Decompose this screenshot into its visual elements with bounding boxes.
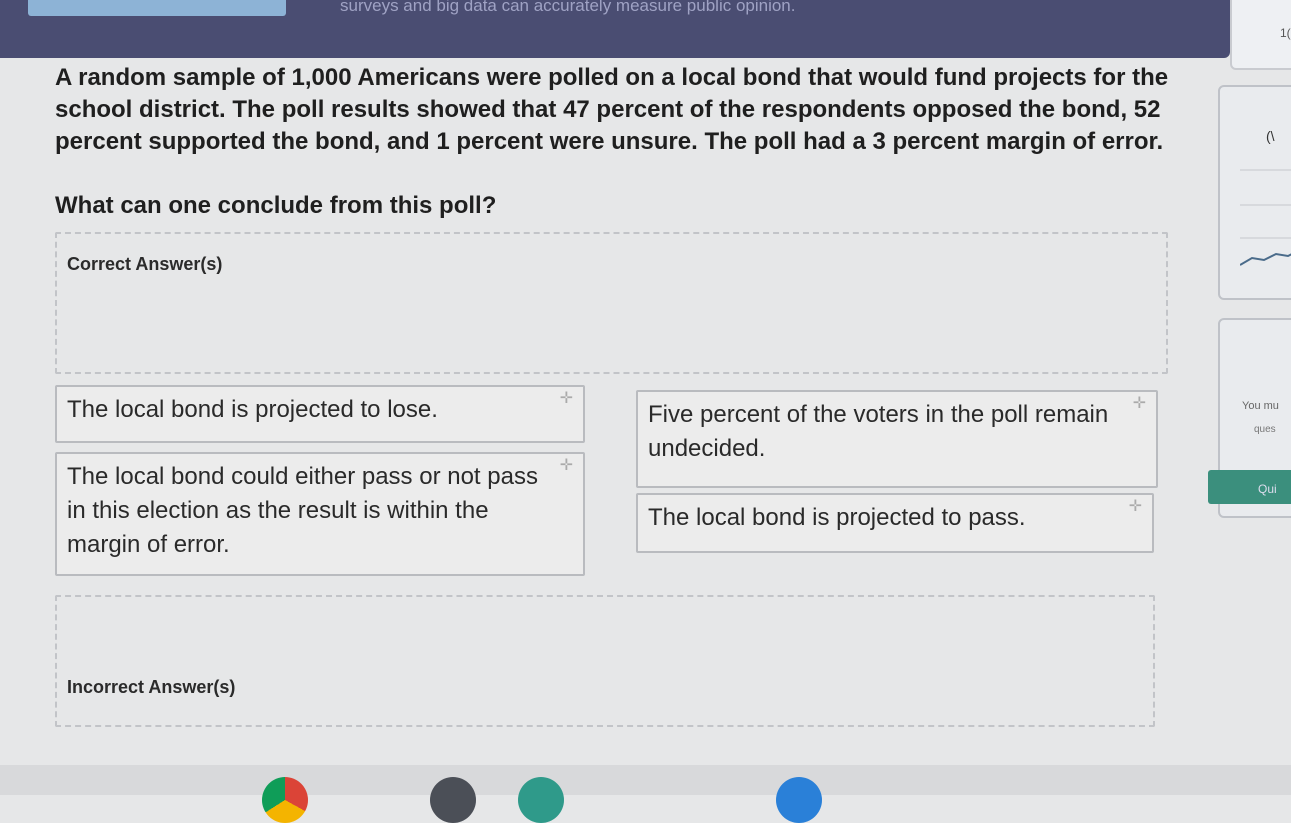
incorrect-answers-dropzone[interactable]: Incorrect Answer(s) (55, 595, 1155, 727)
side-card-top-text: 1( (1280, 26, 1291, 40)
drag-handle-icon[interactable]: ✛ (1129, 499, 1142, 515)
answer-tile[interactable]: The local bond is projected to lose. ✛ (55, 385, 585, 443)
question-prompt: What can one conclude from this poll? (55, 192, 497, 219)
quiz-button[interactable]: Qui (1208, 470, 1291, 504)
top-header-bar: surveys and big data can accurately meas… (0, 0, 1230, 58)
drag-handle-icon[interactable]: ✛ (560, 458, 573, 474)
lesson-subtitle: surveys and big data can accurately meas… (340, 0, 796, 15)
app-icon[interactable] (776, 777, 822, 823)
answer-tile-text: The local bond is projected to lose. (67, 396, 438, 423)
side-hint-line2: ques (1254, 424, 1276, 435)
side-hint-line1: You mu (1242, 400, 1279, 412)
right-side-panel: 1( (\ You mu ques Qui (1208, 0, 1291, 795)
incorrect-answers-label: Incorrect Answer(s) (67, 677, 236, 697)
answer-tile[interactable]: The local bond could either pass or not … (55, 452, 585, 576)
question-text: A random sample of 1,000 Americans were … (55, 64, 1169, 155)
answer-tile[interactable]: The local bond is projected to pass. ✛ (636, 493, 1154, 553)
side-card-glyph: (\ (1266, 128, 1275, 144)
answer-tile-text: The local bond could either pass or not … (67, 463, 538, 558)
app-icon[interactable] (430, 777, 476, 823)
correct-answers-dropzone[interactable]: Correct Answer(s) (55, 232, 1168, 374)
drag-handle-icon[interactable]: ✛ (1133, 396, 1146, 412)
answer-tile-text: Five percent of the voters in the poll r… (648, 401, 1109, 462)
taskbar (0, 765, 1291, 823)
answer-tile[interactable]: Five percent of the voters in the poll r… (636, 390, 1158, 488)
active-tab-chip[interactable] (28, 0, 286, 16)
correct-answers-label: Correct Answer(s) (67, 254, 223, 274)
drag-handle-icon[interactable]: ✛ (560, 391, 573, 407)
mini-chart-icon (1240, 169, 1291, 266)
answer-tile-text: The local bond is projected to pass. (648, 504, 1026, 531)
app-icon[interactable] (518, 777, 564, 823)
chrome-icon[interactable] (262, 777, 308, 823)
